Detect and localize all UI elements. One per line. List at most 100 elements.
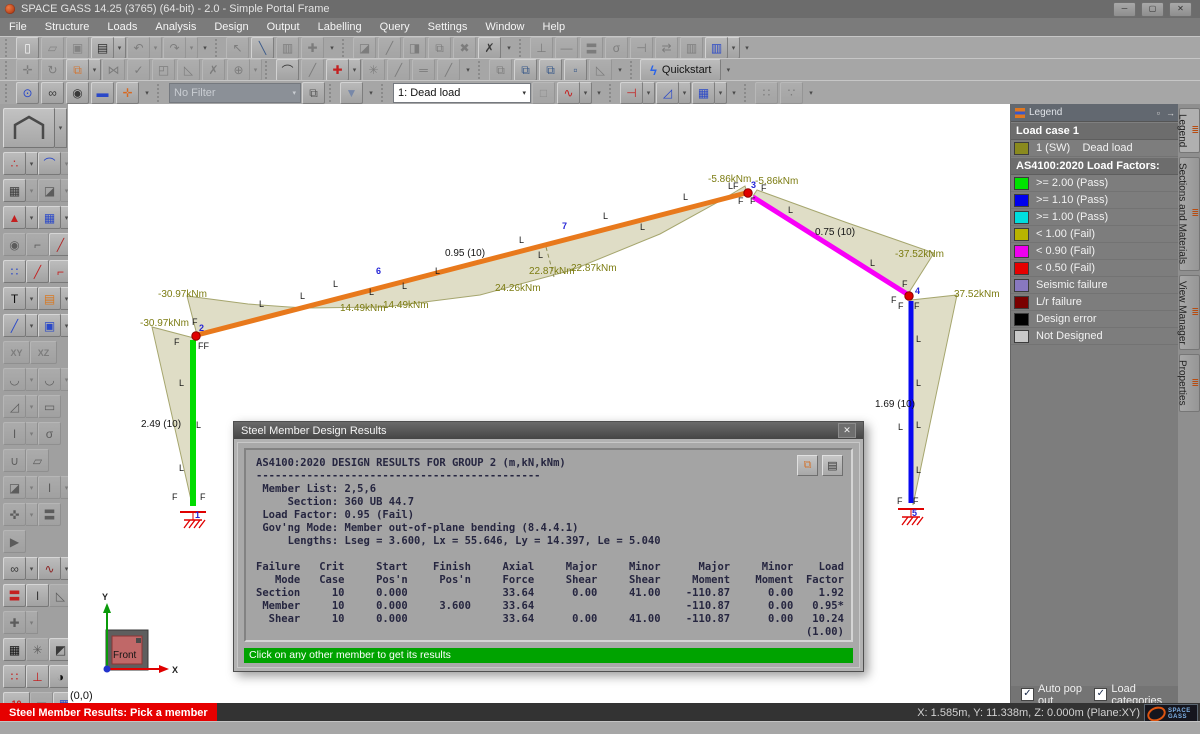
plane-xy-button[interactable]: XY (3, 341, 30, 364)
cross-tool-button[interactable]: ✗ (202, 59, 225, 81)
dropdown-arrow[interactable]: ▾ (26, 422, 38, 445)
render-next-button[interactable]: ∵ (780, 82, 803, 104)
menu-item-analysis[interactable]: Analysis (146, 19, 205, 35)
node-connect-button[interactable]: ✚ (326, 59, 349, 81)
dimension-tool-button[interactable]: ▤ (38, 287, 61, 310)
snapshot-button[interactable]: ◉ (66, 82, 89, 104)
scissors-tool-button[interactable]: ✗ (478, 37, 501, 59)
i-beam-button[interactable]: I (26, 584, 49, 607)
star-grid-button[interactable]: ✳ (26, 638, 49, 661)
dropdown-arrow[interactable]: ▾ (186, 37, 198, 59)
link-tool-button[interactable]: ∞ (3, 557, 26, 580)
side-tab-properties[interactable]: ≣Properties (1179, 354, 1200, 412)
contrast-view-button[interactable]: ◑ (49, 665, 69, 688)
toolbar-overflow-arrow[interactable]: ▾ (613, 60, 627, 80)
radial-tool-button[interactable]: ✳ (362, 59, 385, 81)
save-file-button[interactable]: ▣ (66, 37, 89, 59)
support-tool-button[interactable]: ⊥ (530, 37, 553, 59)
arch-tool-button[interactable]: ◡ (3, 368, 26, 391)
dropdown-arrow[interactable]: ▾ (26, 152, 38, 175)
lock-tool-button[interactable]: ◉ (3, 233, 26, 256)
erase-tool-button[interactable]: ◪ (353, 37, 376, 59)
load-display-button[interactable]: ∿ (557, 82, 580, 104)
toolbar-overflow-arrow[interactable]: ▾ (461, 60, 475, 80)
print-button[interactable]: ▤ (91, 37, 114, 59)
menu-item-structure[interactable]: Structure (36, 19, 99, 35)
dark-grid-button[interactable]: ▦ (3, 638, 26, 661)
dropdown-arrow[interactable]: ▾ (114, 37, 126, 59)
dropdown-arrow[interactable]: ▾ (26, 287, 38, 310)
beam-section-button[interactable]: I (38, 476, 61, 499)
copy-report-button[interactable]: ⧉ (797, 455, 818, 476)
node-dot[interactable] (905, 292, 913, 300)
toolbar-overflow-arrow[interactable]: ▾ (592, 83, 606, 103)
pin-icon[interactable]: ▫ (1157, 108, 1160, 118)
member-draw-button[interactable]: ╱ (26, 260, 49, 283)
node-points-button[interactable]: ∴ (3, 152, 26, 175)
node-dot[interactable] (192, 332, 200, 340)
box-small-button[interactable]: ▫ (564, 59, 587, 81)
menu-item-labelling[interactable]: Labelling (309, 19, 371, 35)
menu-item-query[interactable]: Query (371, 19, 419, 35)
dropdown-arrow[interactable]: ▾ (349, 59, 361, 81)
dim-10-button[interactable]: 10 (3, 692, 30, 703)
toolbar-overflow-arrow[interactable]: ▾ (740, 38, 754, 58)
maximize-button[interactable]: ▢ (1141, 2, 1164, 17)
moment-release-button[interactable]: ∿ (38, 557, 61, 580)
delete-tool-button[interactable]: ✖ (453, 37, 476, 59)
box-import-button[interactable]: ⧉ (489, 59, 512, 81)
select-tool-button[interactable]: ↖ (226, 37, 249, 59)
dropdown-arrow[interactable]: ▾ (728, 37, 740, 59)
dropdown-arrow[interactable]: ▾ (26, 179, 38, 202)
toolbar-overflow-arrow[interactable]: ▾ (502, 38, 516, 58)
bench-tool-button[interactable]: 〓 (38, 503, 61, 526)
corner-tool-button[interactable]: ◰ (152, 59, 175, 81)
side-tab-legend[interactable]: ≣Legend (1179, 108, 1200, 153)
dropdown-arrow[interactable]: ▾ (679, 82, 691, 104)
find-node-button[interactable]: ∞ (41, 82, 64, 104)
check-model-button[interactable]: ✓ (127, 59, 150, 81)
plate-section-button[interactable]: ▱ (26, 449, 49, 472)
toolbar-overflow-arrow[interactable]: ▾ (364, 83, 378, 103)
menu-item-file[interactable]: File (0, 19, 36, 35)
dropdown-arrow[interactable]: ▾ (26, 395, 38, 418)
dropdown-arrow[interactable]: ▾ (26, 611, 38, 634)
rect-section-button[interactable]: ▭ (38, 395, 61, 418)
chart-tool-button[interactable]: ▥ (680, 37, 703, 59)
render-option-button[interactable]: ∷ (755, 82, 778, 104)
dropdown-arrow[interactable]: ▾ (250, 59, 262, 81)
node-pair-button[interactable]: ∷ (3, 260, 26, 283)
results-tool-button[interactable]: σ (605, 37, 628, 59)
box-link-button[interactable]: ⧉ (539, 59, 562, 81)
dropdown-arrow[interactable]: ▾ (26, 206, 38, 229)
box-export-button[interactable]: ⧉ (514, 59, 537, 81)
quickstart-button[interactable]: ϟQuickstart (640, 59, 721, 81)
slash-tool-button[interactable]: ╱ (437, 59, 460, 81)
minimize-button[interactable]: ─ (1113, 2, 1136, 17)
node-support-button[interactable]: ▲ (3, 206, 26, 229)
rotate-tool-button[interactable]: ↻ (41, 59, 64, 81)
legend-panel-header[interactable]: Legend ▫ → (1011, 104, 1179, 122)
load-categories-checkbox[interactable]: ✓ (1094, 688, 1107, 701)
text-tool-button[interactable]: T (3, 287, 26, 310)
dialog-title-bar[interactable]: Steel Member Design Results ✕ (234, 422, 863, 439)
dropdown-arrow[interactable]: ▾ (26, 476, 38, 499)
collapse-arrow-icon[interactable]: → (1166, 108, 1175, 118)
copy-tool-button[interactable]: ⧉ (428, 37, 451, 59)
u-section-button[interactable]: ∪ (3, 449, 26, 472)
flag-tool-button[interactable]: ◺ (49, 584, 69, 607)
close-icon[interactable]: ✕ (838, 423, 856, 438)
dropdown-arrow[interactable]: ▾ (26, 314, 38, 337)
spread-tool-button[interactable]: ✚ (3, 611, 26, 634)
auto-pop-out-checkbox[interactable]: ✓ (1021, 688, 1034, 701)
group-tool-button[interactable]: ⊕ (227, 59, 250, 81)
angle-tool-button[interactable]: ◺ (589, 59, 612, 81)
eraser-button[interactable]: ◪ (38, 179, 61, 202)
menu-item-help[interactable]: Help (534, 19, 575, 35)
dropdown-arrow[interactable]: ▾ (643, 82, 655, 104)
ghost-box-button[interactable]: □ (532, 82, 555, 104)
bearing-tool-button[interactable]: 〓 (580, 37, 603, 59)
filter-funnel-button[interactable]: ▼ (340, 82, 363, 104)
moment-display-button[interactable]: ◿ (656, 82, 679, 104)
polyline-tool-button[interactable]: ⌐ (26, 233, 49, 256)
